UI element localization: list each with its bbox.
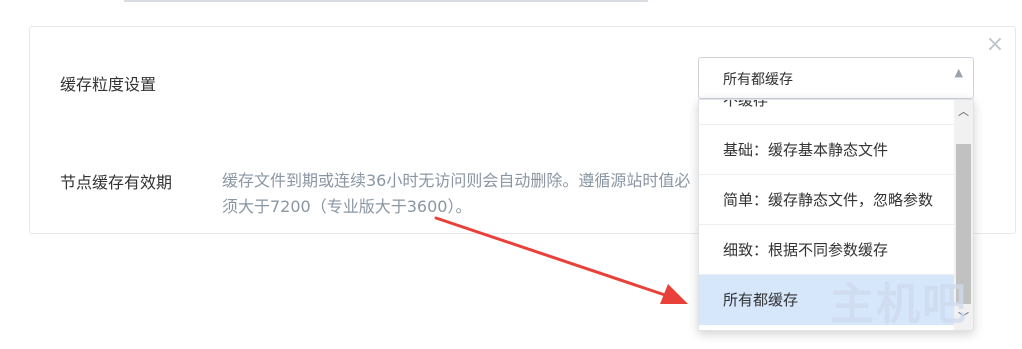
watermark: 主机吧 — [830, 279, 968, 330]
